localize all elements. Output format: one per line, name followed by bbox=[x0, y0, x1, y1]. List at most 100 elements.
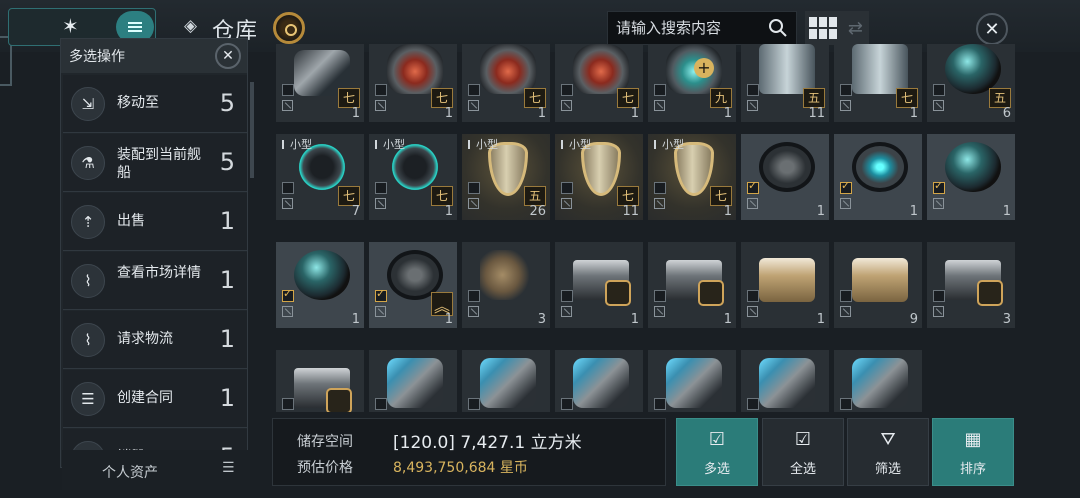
item-cell[interactable]: 1 bbox=[741, 242, 829, 328]
tech-level-badge: 五 bbox=[524, 186, 546, 206]
swap-icon[interactable]: ⇄ bbox=[848, 18, 863, 39]
item-cell[interactable]: 3 bbox=[462, 242, 550, 328]
select-checkbox[interactable] bbox=[282, 398, 294, 410]
grid-view-icon[interactable] bbox=[809, 17, 837, 39]
select-checkbox[interactable] bbox=[468, 398, 480, 410]
select-checkbox[interactable] bbox=[561, 398, 573, 410]
select-checkbox[interactable] bbox=[654, 84, 666, 96]
item-cell[interactable]: 9 bbox=[834, 242, 922, 328]
item-image bbox=[759, 142, 815, 192]
close-icon[interactable]: ✕ bbox=[976, 13, 1008, 45]
item-cell[interactable] bbox=[276, 350, 364, 412]
op-market-details[interactable]: ⌇ 查看市场详情 1 bbox=[63, 252, 247, 310]
select-checkbox[interactable] bbox=[840, 179, 852, 194]
item-cell[interactable]: 小型五 26 bbox=[462, 134, 550, 220]
panel-scrollbar[interactable] bbox=[250, 82, 254, 178]
select-checkbox[interactable] bbox=[561, 182, 573, 194]
item-cell[interactable]: 七1 bbox=[555, 44, 643, 122]
op-request-logistics[interactable]: ⌇ 请求物流 1 bbox=[63, 311, 247, 369]
select-checkbox[interactable] bbox=[840, 290, 852, 302]
op-label: 出售 bbox=[117, 213, 145, 229]
select-checkbox[interactable] bbox=[375, 398, 387, 410]
tech-level-badge: 七 bbox=[431, 186, 453, 206]
select-checkbox[interactable] bbox=[654, 290, 666, 302]
select-all-button[interactable]: ☑ 全选 bbox=[762, 418, 844, 486]
item-cell[interactable]: 小型七 7 bbox=[276, 134, 364, 220]
item-image bbox=[387, 44, 443, 94]
search-input[interactable] bbox=[608, 12, 763, 44]
item-image bbox=[666, 260, 724, 306]
select-checkbox[interactable] bbox=[375, 287, 387, 302]
item-cell[interactable] bbox=[741, 350, 829, 412]
select-checkbox[interactable] bbox=[747, 179, 759, 194]
item-image bbox=[294, 368, 352, 412]
item-cell[interactable]: 1 bbox=[276, 242, 364, 328]
item-cell[interactable]: 1 bbox=[834, 134, 922, 220]
item-cell[interactable]: 五 11 bbox=[741, 44, 829, 122]
item-quantity: 7 bbox=[351, 204, 360, 219]
sort-button[interactable]: ▦ 排序 bbox=[932, 418, 1014, 486]
select-checkbox[interactable] bbox=[561, 290, 573, 302]
item-cell[interactable] bbox=[648, 350, 736, 412]
search-icon[interactable] bbox=[768, 18, 788, 38]
item-cell[interactable]: 五6 bbox=[927, 44, 1015, 122]
select-checkbox[interactable] bbox=[282, 84, 294, 96]
item-cell[interactable]: 小型七 1 bbox=[369, 134, 457, 220]
location-badge-icon[interactable] bbox=[273, 12, 305, 44]
item-cell[interactable] bbox=[462, 350, 550, 412]
op-fit-to-ship[interactable]: ⚗ 装配到当前舰船 5 bbox=[63, 134, 247, 192]
sort-lines-icon[interactable]: ☰ bbox=[222, 460, 235, 476]
op-create-contract[interactable]: ☰ 创建合同 1 bbox=[63, 370, 247, 428]
select-checkbox[interactable] bbox=[654, 398, 666, 410]
item-cell[interactable]: 小型七 1 bbox=[648, 134, 736, 220]
select-checkbox[interactable] bbox=[375, 84, 387, 96]
item-image bbox=[294, 250, 350, 300]
lock-icon bbox=[840, 198, 851, 209]
select-checkbox[interactable] bbox=[468, 182, 480, 194]
lock-icon bbox=[282, 306, 293, 317]
item-cell[interactable]: 七1 bbox=[369, 44, 457, 122]
multi-select-button[interactable]: ☑ 多选 bbox=[676, 418, 758, 486]
multi-select-panel: 多选操作 ✕ ⇲ 移动至 5 ⚗ 装配到当前舰船 5 ⇡ 出售 1 ⌇ 查看市场… bbox=[60, 38, 248, 468]
tech-level-badge: 七 bbox=[617, 186, 639, 206]
select-checkbox[interactable] bbox=[654, 182, 666, 194]
item-cell[interactable] bbox=[834, 350, 922, 412]
item-cell[interactable]: 七1 bbox=[834, 44, 922, 122]
select-checkbox[interactable] bbox=[282, 182, 294, 194]
op-sell[interactable]: ⇡ 出售 1 bbox=[63, 193, 247, 251]
item-cell[interactable] bbox=[369, 350, 457, 412]
select-checkbox[interactable] bbox=[933, 290, 945, 302]
select-checkbox[interactable] bbox=[561, 84, 573, 96]
item-cell[interactable]: 1 bbox=[741, 134, 829, 220]
item-cell[interactable]: 3 bbox=[927, 242, 1015, 328]
select-checkbox[interactable] bbox=[468, 290, 480, 302]
select-checkbox[interactable] bbox=[840, 84, 852, 96]
select-checkbox[interactable] bbox=[840, 398, 852, 410]
select-checkbox[interactable] bbox=[747, 398, 759, 410]
view-toggle[interactable]: ⇄ bbox=[805, 11, 869, 45]
button-label: 多选 bbox=[703, 461, 730, 477]
select-checkbox[interactable] bbox=[282, 287, 294, 302]
filter-button[interactable]: ⛛ 筛选 bbox=[847, 418, 929, 486]
item-cell[interactable]: 1 bbox=[369, 242, 457, 328]
op-count: 1 bbox=[219, 266, 235, 294]
select-checkbox[interactable] bbox=[468, 84, 480, 96]
select-checkbox[interactable] bbox=[933, 179, 945, 194]
panel-close-icon[interactable]: ✕ bbox=[215, 43, 241, 69]
item-cell[interactable]: 1 bbox=[648, 242, 736, 328]
item-cell[interactable]: 1 bbox=[555, 242, 643, 328]
item-cell[interactable] bbox=[555, 350, 643, 412]
personal-assets-tab[interactable]: 个人资产 ☰ bbox=[62, 450, 250, 490]
item-cell[interactable]: 七1 bbox=[276, 44, 364, 122]
op-move-to[interactable]: ⇲ 移动至 5 bbox=[63, 75, 247, 133]
item-cell[interactable]: 1 bbox=[927, 134, 1015, 220]
item-cell[interactable]: 小型七 11 bbox=[555, 134, 643, 220]
item-cell[interactable]: 九 +1 bbox=[648, 44, 736, 122]
panel-title: 多选操作 bbox=[69, 49, 125, 65]
select-checkbox[interactable] bbox=[747, 84, 759, 96]
select-checkbox[interactable] bbox=[375, 182, 387, 194]
party-popper-icon[interactable]: ✶ bbox=[62, 14, 92, 40]
select-checkbox[interactable] bbox=[747, 290, 759, 302]
select-checkbox[interactable] bbox=[933, 84, 945, 96]
item-cell[interactable]: 七1 bbox=[462, 44, 550, 122]
